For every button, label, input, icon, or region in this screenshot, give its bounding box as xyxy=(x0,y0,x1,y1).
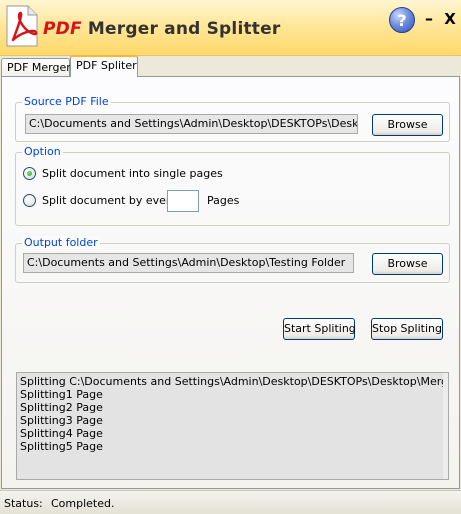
radio-split-every[interactable] xyxy=(23,194,36,207)
log-line: Splitting C:\Documents and Settings\Admi… xyxy=(20,375,449,388)
log-line: Splitting5 Page xyxy=(20,440,103,453)
log-line: Splitting4 Page xyxy=(20,427,103,440)
splitter-panel: Source PDF File C:\Documents and Setting… xyxy=(1,76,460,489)
output-folder-path[interactable]: C:\Documents and Settings\Admin\Desktop\… xyxy=(23,253,354,273)
split-single-label[interactable]: Split document into single pages xyxy=(42,167,223,180)
split-every-label[interactable]: Split document by every xyxy=(42,194,177,207)
split-log[interactable]: Splitting C:\Documents and Settings\Admi… xyxy=(16,372,449,480)
start-spliting-button[interactable]: Start Spliting xyxy=(283,318,356,340)
source-pdf-legend: Source PDF File xyxy=(22,95,111,108)
pages-count-input[interactable] xyxy=(167,190,199,212)
output-browse-button[interactable]: Browse xyxy=(372,253,443,275)
pages-label: Pages xyxy=(207,194,240,207)
tab-pdf-merger[interactable]: PDF Merger xyxy=(1,58,71,77)
radio-selected-dot xyxy=(27,171,32,176)
status-text: Completed. xyxy=(51,497,115,510)
pdf-logo-icon xyxy=(6,5,38,47)
option-legend: Option xyxy=(22,145,63,158)
minimize-button[interactable]: – xyxy=(423,9,435,29)
log-line: Splitting2 Page xyxy=(20,401,103,414)
log-scrollbar[interactable] xyxy=(443,373,448,479)
title-bar: PDF Merger and Splitter ? – X xyxy=(0,0,461,56)
app-title: PDF Merger and Splitter xyxy=(43,19,280,39)
log-line: Splitting1 Page xyxy=(20,388,103,401)
source-browse-button[interactable]: Browse xyxy=(372,114,443,136)
close-button[interactable]: X xyxy=(443,9,457,29)
tab-pdf-spliter[interactable]: PDF Spliter xyxy=(70,55,138,77)
app-title-pdf: PDF xyxy=(43,19,82,39)
output-folder-group: Output folder C:\Documents and Settings\… xyxy=(15,236,450,283)
source-pdf-group: Source PDF File C:\Documents and Setting… xyxy=(15,95,450,142)
option-group: Option Split document into single pages … xyxy=(15,145,450,226)
status-bar: Status: Completed. xyxy=(0,490,461,514)
app-title-rest: Merger and Splitter xyxy=(81,19,281,39)
status-label: Status: xyxy=(4,497,43,510)
log-line: Splitting3 Page xyxy=(20,414,103,427)
source-pdf-path[interactable]: C:\Documents and Settings\Admin\Desktop\… xyxy=(25,114,358,134)
output-folder-legend: Output folder xyxy=(22,236,100,249)
radio-split-single[interactable] xyxy=(23,167,36,180)
help-button[interactable]: ? xyxy=(389,7,415,33)
stop-spliting-button[interactable]: Stop Spliting xyxy=(371,318,443,340)
